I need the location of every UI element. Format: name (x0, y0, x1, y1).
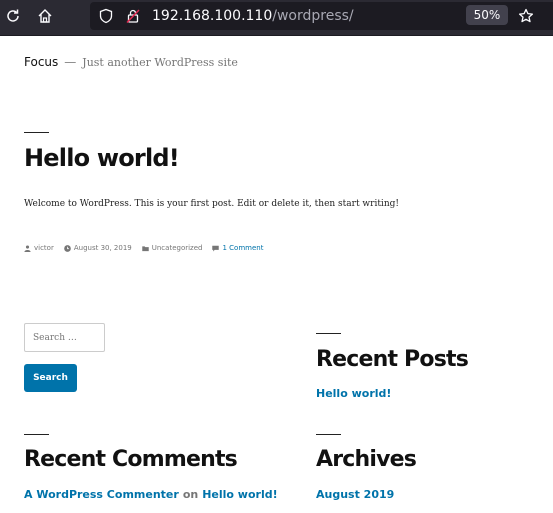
site-title[interactable]: Focus (24, 55, 58, 69)
archives-title: Archives (316, 447, 417, 472)
zoom-level-badge[interactable]: 50% (466, 5, 508, 25)
comment-on-text: on (182, 488, 199, 501)
home-icon (38, 9, 52, 23)
post-title[interactable]: Hello world! (24, 144, 180, 172)
insecure-lock-icon[interactable] (125, 8, 141, 24)
recent-posts-title: Recent Posts (316, 347, 469, 372)
comment-author-link[interactable]: A WordPress Commenter (24, 488, 179, 501)
search-button[interactable]: Search (24, 364, 77, 392)
post-comments-link[interactable]: 1 Comment (212, 244, 263, 252)
recent-post-link[interactable]: Hello world! (316, 387, 391, 400)
star-icon[interactable] (518, 8, 534, 24)
recent-posts-rule (316, 333, 341, 334)
reload-button[interactable] (0, 5, 26, 27)
post-comments-text: 1 Comment (222, 244, 264, 252)
recent-comments-rule (24, 434, 49, 435)
home-button[interactable] (32, 5, 58, 27)
archives-rule (316, 434, 341, 435)
url-text[interactable]: 192.168.100.110/wordpress/ (152, 7, 354, 25)
comment-icon (212, 245, 220, 251)
post-date-text: August 30, 2019 (73, 244, 132, 252)
site-title-separator: — (64, 55, 77, 69)
recent-comment-item: A WordPress Commenter on Hello world! (24, 488, 278, 501)
url-host: 192.168.100.110 (152, 8, 273, 24)
folder-icon (142, 245, 149, 251)
browser-toolbar: 192.168.100.110/wordpress/ 50% (0, 0, 553, 36)
url-bar[interactable]: 192.168.100.110/wordpress/ 50% (90, 2, 553, 30)
post-date[interactable]: August 30, 2019 (64, 244, 132, 252)
search-input[interactable] (24, 323, 105, 352)
clock-icon (64, 244, 71, 252)
person-icon (24, 244, 31, 252)
site-header: Focus — Just another WordPress site (24, 51, 238, 70)
site-description: Just another WordPress site (82, 56, 238, 69)
url-path: /wordpress/ (272, 8, 354, 24)
comment-post-link[interactable]: Hello world! (202, 488, 277, 501)
shield-icon[interactable] (98, 8, 114, 24)
post-title-rule (24, 132, 49, 133)
post-category[interactable]: Uncategorized (142, 244, 203, 252)
recent-comments-title: Recent Comments (24, 447, 238, 472)
post-author[interactable]: victor (24, 244, 54, 252)
post-category-text: Uncategorized (151, 244, 203, 252)
post-author-name: victor (34, 244, 54, 252)
post-content: Welcome to WordPress. This is your first… (24, 199, 399, 209)
post-meta: victor August 30, 2019 Uncategorized 1 C… (24, 244, 273, 252)
archive-link[interactable]: August 2019 (316, 488, 394, 501)
reload-icon (7, 9, 19, 22)
